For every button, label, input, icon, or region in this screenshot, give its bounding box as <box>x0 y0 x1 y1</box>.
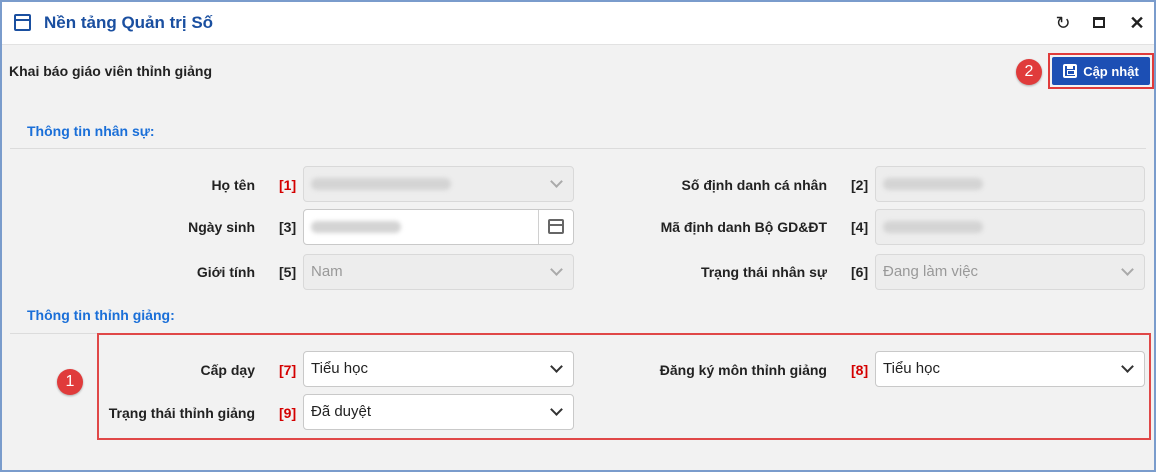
callout-badge-2: 2 <box>1016 59 1042 85</box>
ngay-sinh-date-input[interactable] <box>303 209 574 245</box>
chevron-down-icon <box>1121 263 1134 276</box>
num-cap-day: [7] <box>279 362 297 378</box>
label-dang-ky-mon: Đăng ký môn thỉnh giảng <box>659 362 827 378</box>
label-ma-dinh-danh: Mã định danh Bộ GD&ĐT <box>660 219 827 235</box>
calendar-icon <box>548 219 564 234</box>
app-window: Nền tảng Quản trị Số ↻ ✕ Khai báo giáo v… <box>0 0 1156 472</box>
dang-ky-mon-value: Tiểu học <box>883 360 940 377</box>
redacted-value <box>311 221 401 234</box>
label-ngay-sinh: Ngày sinh <box>188 219 255 235</box>
num-ho-ten: [1] <box>279 177 297 193</box>
trang-thai-thinh-giang-value: Đã duyệt <box>311 403 372 420</box>
so-dinh-danh-field <box>875 166 1145 202</box>
update-button[interactable]: Cập nhật <box>1052 57 1150 85</box>
maximize-icon[interactable] <box>1088 12 1110 34</box>
num-gioi-tinh: [5] <box>279 264 297 280</box>
window-icon <box>14 14 31 31</box>
close-icon[interactable]: ✕ <box>1126 12 1148 34</box>
chevron-down-icon <box>1121 360 1134 373</box>
redacted-value <box>311 178 451 191</box>
chevron-down-icon <box>550 263 563 276</box>
label-trang-thai-thinh-giang: Trạng thái thỉnh giảng <box>108 405 255 421</box>
chevron-down-icon <box>550 175 563 188</box>
dang-ky-mon-select[interactable]: Tiểu học <box>875 351 1145 387</box>
callout-badge-1: 1 <box>57 369 83 395</box>
date-picker-button[interactable] <box>538 210 573 244</box>
ho-ten-select <box>303 166 574 202</box>
ma-dinh-danh-field <box>875 209 1145 245</box>
redacted-value <box>883 178 983 191</box>
window-title: Nền tảng Quản trị Số <box>44 13 214 32</box>
section-title-visiting: Thông tin thỉnh giảng: <box>27 307 175 323</box>
label-cap-day: Cấp dạy <box>200 362 255 378</box>
redacted-value <box>883 221 983 234</box>
trang-thai-thinh-giang-select[interactable]: Đã duyệt <box>303 394 574 430</box>
trang-thai-nhan-su-value: Đang làm việc <box>883 263 979 280</box>
refresh-icon[interactable]: ↻ <box>1052 12 1074 34</box>
num-trang-thai-nhan-su: [6] <box>851 264 869 280</box>
cap-day-select[interactable]: Tiểu học <box>303 351 574 387</box>
trang-thai-nhan-su-select: Đang làm việc <box>875 254 1145 290</box>
gioi-tinh-value: Nam <box>311 263 343 280</box>
title-bar: Nền tảng Quản trị Số ↻ ✕ <box>2 2 1154 45</box>
divider <box>10 148 1146 149</box>
page-title: Khai báo giáo viên thỉnh giảng <box>9 63 213 79</box>
label-so-dinh-danh: Số định danh cá nhân <box>681 177 827 193</box>
chevron-down-icon <box>550 360 563 373</box>
section-title-personnel: Thông tin nhân sự: <box>27 123 155 139</box>
update-button-label: Cập nhật <box>1083 63 1139 79</box>
label-ho-ten: Họ tên <box>211 177 255 193</box>
label-gioi-tinh: Giới tính <box>196 264 255 280</box>
gioi-tinh-select: Nam <box>303 254 574 290</box>
save-icon <box>1063 64 1078 78</box>
cap-day-value: Tiểu học <box>311 360 368 377</box>
num-trang-thai-thinh-giang: [9] <box>279 405 297 421</box>
label-trang-thai-nhan-su: Trạng thái nhân sự <box>700 264 827 280</box>
num-so-dinh-danh: [2] <box>851 177 869 193</box>
num-dang-ky-mon: [8] <box>851 362 869 378</box>
num-ma-dinh-danh: [4] <box>851 219 869 235</box>
chevron-down-icon <box>550 403 563 416</box>
num-ngay-sinh: [3] <box>279 219 297 235</box>
